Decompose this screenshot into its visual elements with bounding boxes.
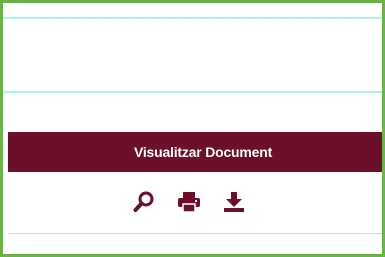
row-divider <box>8 233 382 234</box>
print-icon[interactable] <box>176 189 202 215</box>
guide-line-top <box>3 17 382 19</box>
search-icon[interactable] <box>131 189 157 215</box>
column-header-visualitzar-document: Visualitzar Document <box>8 132 382 172</box>
guide-line-middle <box>3 91 382 93</box>
document-panel-frame: Visualitzar Document <box>0 0 385 257</box>
document-actions <box>131 188 247 216</box>
download-icon[interactable] <box>221 189 247 215</box>
column-header-label: Visualitzar Document <box>133 144 273 160</box>
